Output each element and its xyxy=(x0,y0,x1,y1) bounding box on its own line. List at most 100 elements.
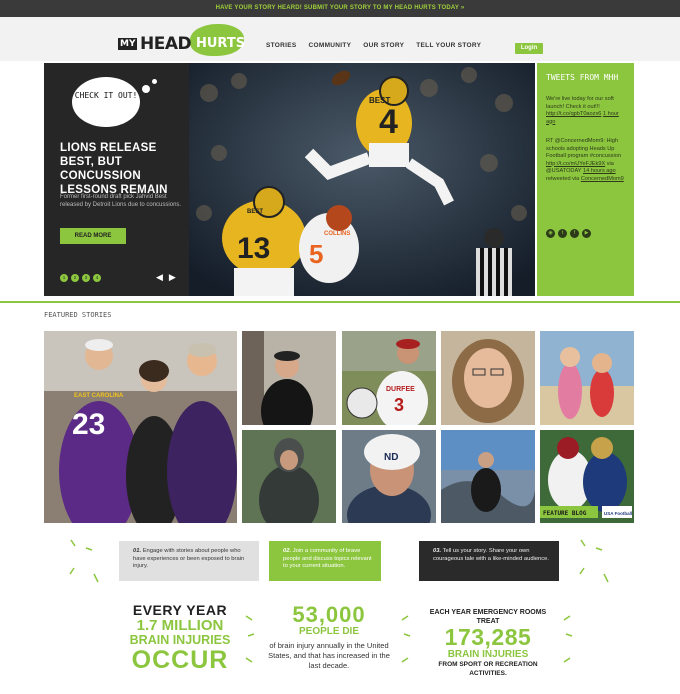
hero-photo[interactable]: 4 BEST 13 BEST 5 COLLINS xyxy=(189,63,535,296)
nav-our-story[interactable]: OUR STORY xyxy=(363,42,404,49)
doodle-marks-icon xyxy=(245,615,255,663)
step-3-content: 03. Tell us your story. Share your own c… xyxy=(419,541,559,563)
slide-pagination: 1 2 3 4 xyxy=(60,274,101,282)
jersey-name-orange: COLLINS xyxy=(324,231,350,237)
bubble-dot xyxy=(142,85,150,93)
hero-panel: CHECK IT OUT! LIONS RELEASE BEST, BUT CO… xyxy=(44,63,189,296)
tweet-2-time[interactable]: 14 hours ago xyxy=(583,168,616,174)
nav-tell-your-story[interactable]: TELL YOUR STORY xyxy=(416,42,481,49)
story-photo xyxy=(441,430,535,523)
hero-description: Former first-round draft pick Jahvid Bes… xyxy=(60,194,182,208)
story-photo: ND xyxy=(342,430,436,523)
step-3-box[interactable]: 03. Tell us your story. Share your own c… xyxy=(419,541,559,581)
doodle-marks-icon xyxy=(401,615,411,663)
slide-dot-3[interactable]: 3 xyxy=(82,274,90,282)
step-1-number: 01. xyxy=(133,548,142,554)
stat-emergency-rooms: EACH YEAR EMERGENCY ROOMS TREAT 173,285 … xyxy=(421,608,555,678)
slide-dot-4[interactable]: 4 xyxy=(93,274,101,282)
stat-1-line-4: OCCUR xyxy=(131,646,229,674)
tweet-1-text: We're live today for our soft launch! Ch… xyxy=(546,96,614,110)
featured-story-large[interactable]: EAST CAROLINA 23 xyxy=(44,331,237,523)
step-1-text: Engage with stories about people who hav… xyxy=(133,548,245,569)
site-logo[interactable]: MY HEAD HURTS xyxy=(118,24,246,56)
doodle-marks-icon xyxy=(69,539,99,583)
usa-football-badge: USA Football xyxy=(604,511,632,516)
story-photo: DURFEE 3 xyxy=(342,331,436,425)
read-more-button[interactable]: READ MORE xyxy=(60,228,126,244)
nav-community[interactable]: COMMUNITY xyxy=(309,42,352,49)
featured-blog[interactable]: FEATURE BLOG USA Football xyxy=(540,430,634,523)
football-photo: 4 BEST 13 BEST 5 COLLINS xyxy=(189,63,535,296)
site-header xyxy=(0,17,680,61)
stat-3-number: 173,285 xyxy=(444,624,532,650)
next-arrow-icon[interactable]: ▶ xyxy=(169,272,176,283)
featured-story[interactable] xyxy=(441,430,535,523)
step-2-content: 02. Join a community of brave people and… xyxy=(269,541,381,571)
featured-story[interactable] xyxy=(441,331,535,425)
facebook-icon[interactable]: f xyxy=(570,229,579,238)
logo-hurts: HURTS xyxy=(196,36,246,51)
story-photo xyxy=(242,331,336,425)
doodle-marks-icon xyxy=(563,615,573,663)
social-icons: ◉ t f ▶ xyxy=(546,229,591,238)
story-photo: EAST CAROLINA 23 xyxy=(44,331,237,523)
step-2-box[interactable]: 02. Join a community of brave people and… xyxy=(269,541,381,581)
prev-arrow-icon[interactable]: ◀ xyxy=(156,272,163,283)
nav-stories[interactable]: STORIES xyxy=(266,42,297,49)
featured-story[interactable] xyxy=(242,430,336,523)
jersey-name-front: BEST xyxy=(369,96,390,105)
jersey-number-front: 4 xyxy=(379,103,398,141)
story-photo xyxy=(540,331,634,425)
main-nav: STORIES COMMUNITY OUR STORY TELL YOUR ST… xyxy=(266,42,481,49)
tweet-2: RT @ConcernedMom9: High schools adopting… xyxy=(546,138,628,183)
login-button[interactable]: Login xyxy=(515,43,543,54)
durfee-text: DURFEE xyxy=(386,386,415,393)
step-1-box[interactable]: 01. Engage with stories about people who… xyxy=(119,541,259,581)
stat-2-label: PEOPLE DIE xyxy=(298,626,359,637)
twitter-icon[interactable]: t xyxy=(558,229,567,238)
doodle-marks-icon xyxy=(579,539,609,583)
featured-story[interactable]: ND xyxy=(342,430,436,523)
blog-photo: FEATURE BLOG USA Football xyxy=(540,430,634,523)
tweet-1-link[interactable]: http://t.co/qpbT0aozx6 xyxy=(546,111,601,117)
jersey-number-orange: 5 xyxy=(309,239,323,269)
tweet-2-handle[interactable]: ConcernedMom9 xyxy=(581,176,624,182)
tweet-2-link[interactable]: http://t.co/mUYeFJEk9X xyxy=(546,161,605,167)
featured-story[interactable]: DURFEE 3 xyxy=(342,331,436,425)
durfee-number: 3 xyxy=(394,395,404,415)
nd-logo: ND xyxy=(384,452,398,463)
featured-story[interactable] xyxy=(540,331,634,425)
featured-stories-label: FEATURED STORIES xyxy=(44,311,112,319)
jersey-school: EAST CAROLINA xyxy=(74,393,124,399)
bubble-text: CHECK IT OUT! xyxy=(74,91,138,100)
hero-title[interactable]: LIONS RELEASE BEST, BUT CONCUSSION LESSO… xyxy=(60,141,185,197)
jersey-name-back: BEST xyxy=(247,209,263,215)
feature-blog-label: FEATURE BLOG xyxy=(543,510,587,517)
stat-1-line-2: 1.7 MILLION xyxy=(136,617,224,634)
slide-arrows: ◀ ▶ xyxy=(156,272,176,283)
featured-story[interactable] xyxy=(242,331,336,425)
stat-1-line-1: EVERY YEAR xyxy=(132,602,228,618)
tweets-panel: TWEETS FROM MHH We're live today for our… xyxy=(537,63,634,296)
youtube-icon[interactable]: ▶ xyxy=(582,229,591,238)
section-divider xyxy=(0,301,680,303)
stat-3-label: BRAIN INJURIES xyxy=(447,649,529,660)
tweets-title: TWEETS FROM MHH xyxy=(546,73,619,82)
stat-people-die: 53,000 PEOPLE DIE of brain injury annual… xyxy=(266,604,392,671)
slide-dot-2[interactable]: 2 xyxy=(71,274,79,282)
step-3-number: 03. xyxy=(433,548,442,554)
step-2-text: Join a community of brave people and dis… xyxy=(283,548,372,569)
check-it-out-bubble: CHECK IT OUT! xyxy=(72,77,140,127)
tweet-2-retweet: retweeted via xyxy=(546,175,580,182)
jersey-number-back: 13 xyxy=(237,232,270,265)
step-1-content: 01. Engage with stories about people who… xyxy=(119,541,259,571)
stat-2-number: 53,000 xyxy=(292,602,366,627)
slide-dot-1[interactable]: 1 xyxy=(60,274,68,282)
announcement-bar[interactable]: HAVE YOUR STORY HEARD! SUBMIT YOUR STORY… xyxy=(0,0,680,17)
story-photo xyxy=(441,331,535,425)
rss-icon[interactable]: ◉ xyxy=(546,229,555,238)
tweet-2-text: RT @ConcernedMom9: High schools adopting… xyxy=(546,138,621,159)
stat-2-text: of brain injury annually in the United S… xyxy=(268,641,390,670)
step-2-number: 02. xyxy=(283,548,292,554)
stat-every-year: EVERY YEAR 1.7 MILLION BRAIN INJURIES OC… xyxy=(128,602,232,674)
